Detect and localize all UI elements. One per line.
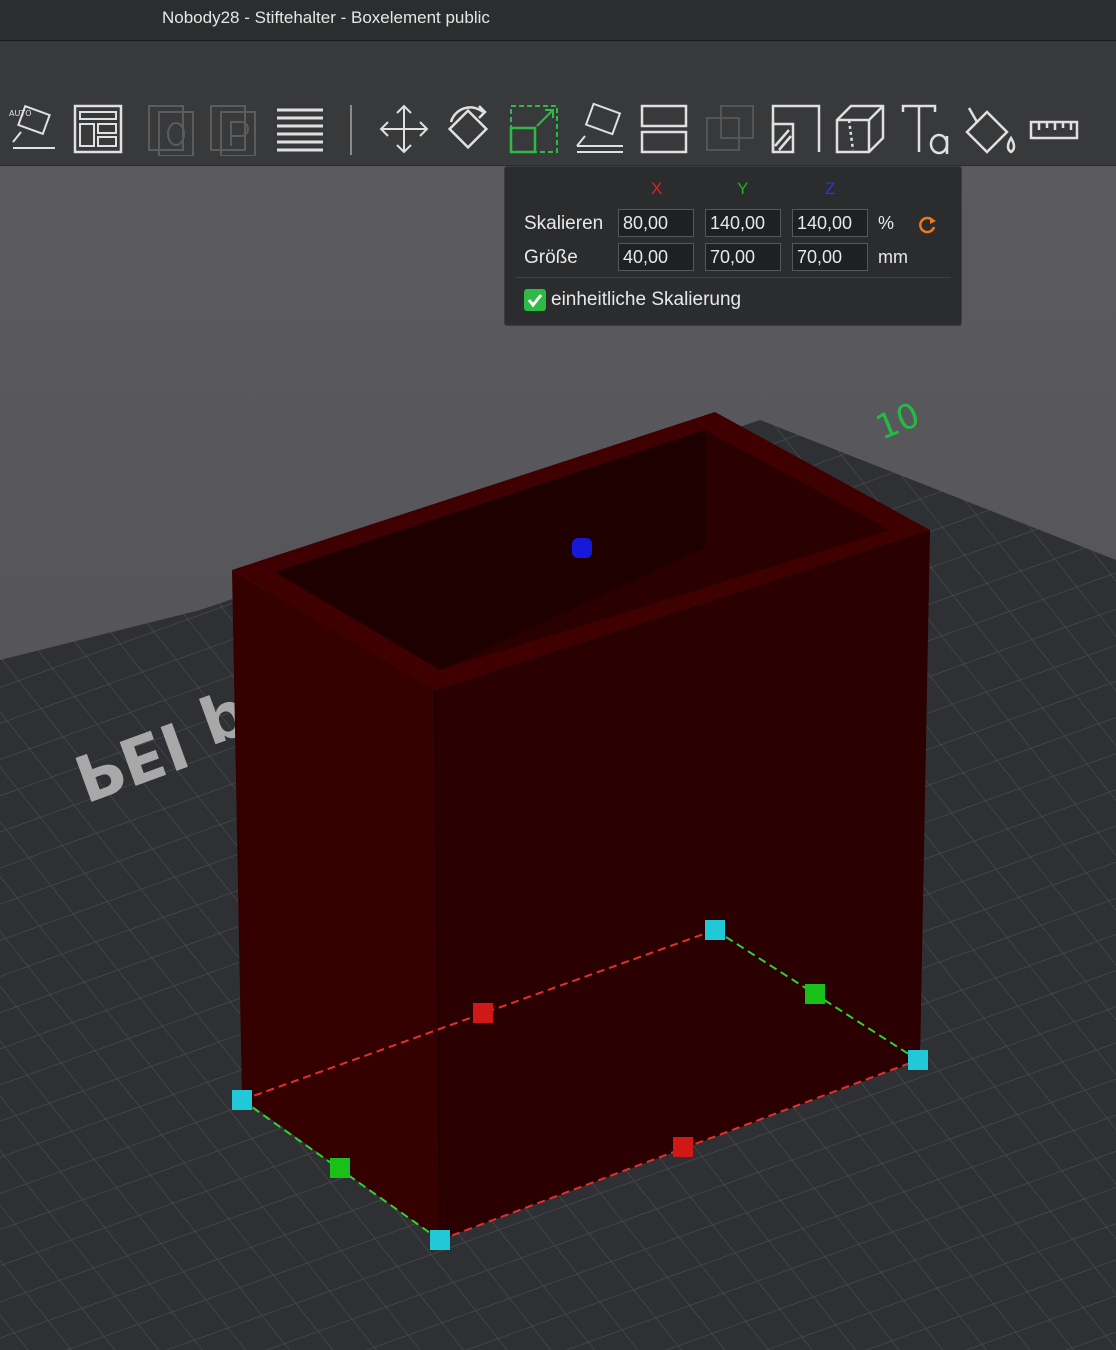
seam-paint-icon (835, 104, 885, 154)
measure-icon (1029, 120, 1079, 140)
cut-icon (640, 104, 688, 154)
axis-y-header: Y (737, 179, 749, 198)
size-unit: mm (878, 247, 908, 267)
axis-x-header: X (651, 179, 663, 198)
corner-handle[interactable] (430, 1230, 450, 1250)
axis-z-header: Z (825, 179, 836, 198)
auto-arrange-icon: AUTO (9, 104, 55, 149)
x-axis-handle[interactable] (673, 1137, 693, 1157)
text-tool-button[interactable] (898, 101, 954, 157)
corner-handle[interactable] (908, 1050, 928, 1070)
auto-arrange-button[interactable]: AUTO (6, 101, 62, 157)
reset-scale-icon[interactable] (917, 213, 939, 235)
y-axis-handle[interactable] (805, 984, 825, 1004)
toolbar-separator (350, 105, 352, 155)
paste-button[interactable] (206, 101, 262, 157)
scale-z-input[interactable]: 140,00 (792, 209, 868, 237)
corner-handle[interactable] (232, 1090, 252, 1110)
window-title: Nobody28 - Stiftehalter - Boxelement pub… (162, 8, 490, 27)
scale-button[interactable] (506, 101, 562, 157)
cut-button[interactable] (636, 101, 692, 157)
build-scene[interactable]: PEI pad 10 (0, 166, 1116, 1350)
rotate-icon (447, 105, 489, 150)
scale-x-input[interactable]: 80,00 (618, 209, 694, 237)
scale-y-input[interactable]: 140,00 (705, 209, 781, 237)
scale-icon (509, 105, 558, 154)
size-label: Größe (524, 247, 578, 268)
toolbar: AUTO (0, 95, 1116, 166)
corner-handle[interactable] (705, 920, 725, 940)
x-axis-handle[interactable] (473, 1003, 493, 1023)
layers-icon (277, 108, 323, 152)
panel-divider (515, 277, 951, 278)
move-icon (379, 104, 429, 154)
paste-icon (210, 105, 256, 156)
move-button[interactable] (376, 101, 432, 157)
size-z-input[interactable]: 70,00 (792, 243, 868, 271)
y-axis-handle[interactable] (330, 1158, 350, 1178)
scale-unit: % (878, 213, 895, 233)
uniform-scale-label[interactable]: einheitliche Skalierung (551, 289, 741, 311)
layout-icon (73, 104, 123, 154)
copy-icon (148, 105, 194, 156)
seam-paint-button[interactable] (832, 101, 888, 157)
text-icon (901, 104, 949, 155)
z-axis-handle[interactable] (572, 538, 592, 558)
checkmark-icon (527, 294, 543, 308)
measure-button[interactable] (1026, 101, 1082, 157)
layers-button[interactable] (272, 101, 328, 157)
layout-button[interactable] (70, 101, 126, 157)
boolean-button[interactable] (702, 101, 758, 157)
copy-button[interactable] (144, 101, 200, 157)
boolean-icon (706, 105, 754, 151)
uniform-scale-checkbox[interactable] (524, 289, 546, 311)
size-x-input[interactable]: 40,00 (618, 243, 694, 271)
rotate-button[interactable] (440, 101, 496, 157)
color-paint-icon (965, 107, 1016, 154)
place-on-face-icon (576, 102, 623, 153)
auto-text: AUTO (9, 109, 32, 118)
scale-label: Skalieren (524, 213, 604, 234)
support-paint-button[interactable] (768, 101, 824, 157)
title-bar: Nobody28 - Stiftehalter - Boxelement pub… (0, 0, 1116, 41)
support-paint-icon (771, 104, 821, 154)
scale-panel: X Y Z Skalieren 80,00 140,00 140,00 % Gr… (504, 166, 962, 326)
color-paint-button[interactable] (962, 101, 1018, 157)
menu-bar (0, 41, 1116, 95)
3d-viewport[interactable]: PEI pad 10 (0, 166, 1116, 1350)
place-on-face-button[interactable] (572, 101, 628, 157)
plate-mark: 10 (870, 395, 925, 448)
size-y-input[interactable]: 70,00 (705, 243, 781, 271)
